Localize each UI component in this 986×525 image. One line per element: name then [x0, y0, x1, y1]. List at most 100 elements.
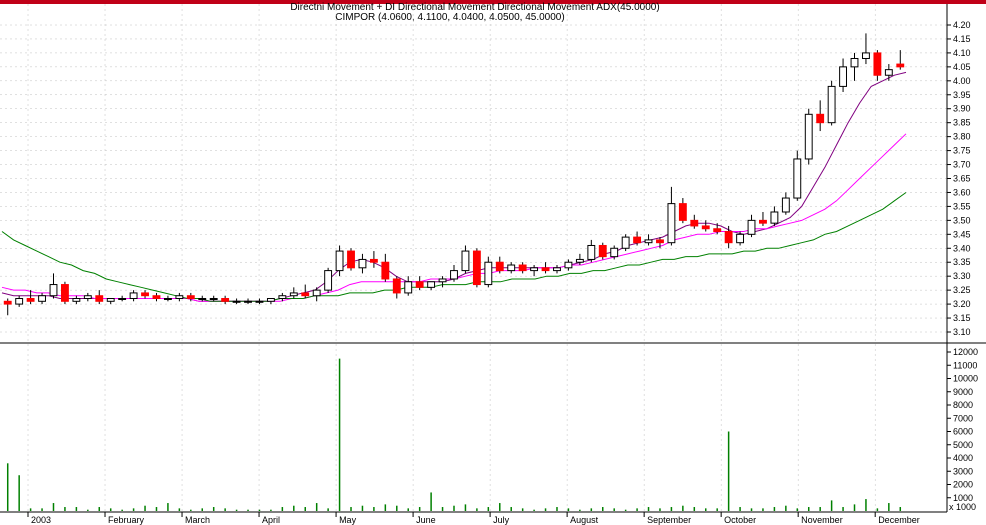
candle-body [118, 298, 127, 301]
candle-body [736, 233, 745, 244]
candle-body [621, 236, 630, 249]
month-label: April [262, 515, 280, 525]
candle-body [358, 258, 367, 269]
volume-tick-label: 5000 [953, 440, 973, 450]
candle-body [324, 270, 333, 291]
candle-body [644, 239, 653, 244]
price-tick-label: 4.05 [953, 62, 971, 72]
candle-body [610, 247, 619, 258]
price-tick-label: 3.80 [953, 132, 971, 142]
price-tick-label: 3.70 [953, 160, 971, 170]
candle-body [95, 295, 104, 302]
volume-tick-label: 11000 [953, 360, 977, 370]
candle-body [724, 231, 733, 244]
month-label: August [570, 515, 599, 525]
candle-body [770, 211, 779, 224]
volume-unit-label: x 1000 [949, 502, 976, 512]
candle-body [49, 284, 58, 297]
candle-body [896, 63, 905, 68]
price-tick-label: 3.45 [953, 229, 971, 239]
candle-body [461, 250, 470, 272]
candle-body [850, 57, 859, 68]
candle-body [186, 295, 195, 300]
candle-body [83, 295, 92, 300]
volume-tick-label: 8000 [953, 400, 973, 410]
price-tick-label: 3.60 [953, 187, 971, 197]
candle-body [759, 219, 767, 224]
month-label: 2003 [31, 515, 51, 525]
candle-body [129, 292, 138, 300]
candle-body [587, 244, 596, 260]
price-tick-label: 3.95 [953, 90, 971, 100]
price-tick-label: 3.90 [953, 104, 971, 114]
candle-body [667, 203, 676, 244]
month-label: November [801, 515, 843, 525]
candle-body [255, 300, 264, 303]
candle-body [633, 236, 642, 244]
candle-body [839, 66, 847, 87]
candle-body [61, 284, 69, 302]
candle-body [816, 113, 825, 124]
candle-body [26, 298, 35, 302]
candle-body [347, 250, 355, 269]
candle-body [495, 261, 504, 272]
candle-body [152, 295, 161, 300]
candle-body [15, 298, 24, 305]
price-tick-label: 3.85 [953, 118, 971, 128]
candle-body [518, 264, 527, 272]
volume-tick-label: 6000 [953, 427, 973, 437]
candle-body [221, 298, 230, 302]
month-label: February [108, 515, 145, 525]
candle-body [553, 267, 561, 272]
volume-tick-label: 9000 [953, 387, 973, 397]
candle-body [747, 219, 756, 235]
candle-body [701, 225, 710, 230]
candle-body [244, 300, 252, 303]
candle-body [793, 158, 802, 199]
candle-body [598, 244, 607, 258]
price-tick-label: 3.40 [953, 243, 971, 253]
price-tick-label: 3.30 [953, 271, 971, 281]
candle-body [289, 292, 298, 297]
candle-body [575, 258, 584, 263]
stock-chart: Directni Movement + DI Directional Movem… [0, 0, 986, 525]
month-label: May [339, 515, 357, 525]
candle-body [873, 52, 882, 76]
candle-body [38, 295, 46, 302]
candle-body [678, 203, 687, 221]
candle-body [656, 239, 664, 244]
candle-body [862, 52, 870, 59]
candle-body [381, 261, 390, 280]
candle-body [175, 295, 184, 300]
chart-header-line2: CIMPOR (4.0600, 4.1100, 4.0400, 4.0500, … [335, 12, 564, 23]
candle-body [404, 281, 413, 294]
candle-body [266, 298, 275, 302]
volume-tick-label: 3000 [953, 466, 973, 476]
candle-body [209, 298, 218, 301]
month-label: December [878, 515, 920, 525]
candle-body [278, 295, 287, 300]
candle-body [690, 219, 699, 227]
volume-tick-label: 7000 [953, 413, 973, 423]
price-tick-label: 3.20 [953, 299, 971, 309]
candle-body [564, 261, 573, 269]
candle-body [438, 278, 447, 283]
candle-body [301, 292, 310, 297]
price-tick-label: 3.75 [953, 146, 971, 156]
candle-body [484, 261, 493, 286]
price-tick-label: 3.25 [953, 285, 971, 295]
candle-body [541, 267, 550, 272]
candle-body [392, 278, 401, 294]
candle-body [713, 228, 722, 233]
chart-background [0, 0, 986, 525]
volume-tick-label: 2000 [953, 480, 973, 490]
candle-body [472, 250, 481, 286]
candle-body [827, 85, 836, 124]
candle-body [507, 264, 516, 272]
price-tick-label: 3.10 [953, 327, 971, 337]
price-tick-label: 4.10 [953, 48, 971, 58]
price-tick-label: 3.55 [953, 201, 971, 211]
volume-tick-label: 12000 [953, 347, 978, 357]
candle-body [232, 300, 241, 303]
price-tick-label: 3.35 [953, 257, 971, 267]
